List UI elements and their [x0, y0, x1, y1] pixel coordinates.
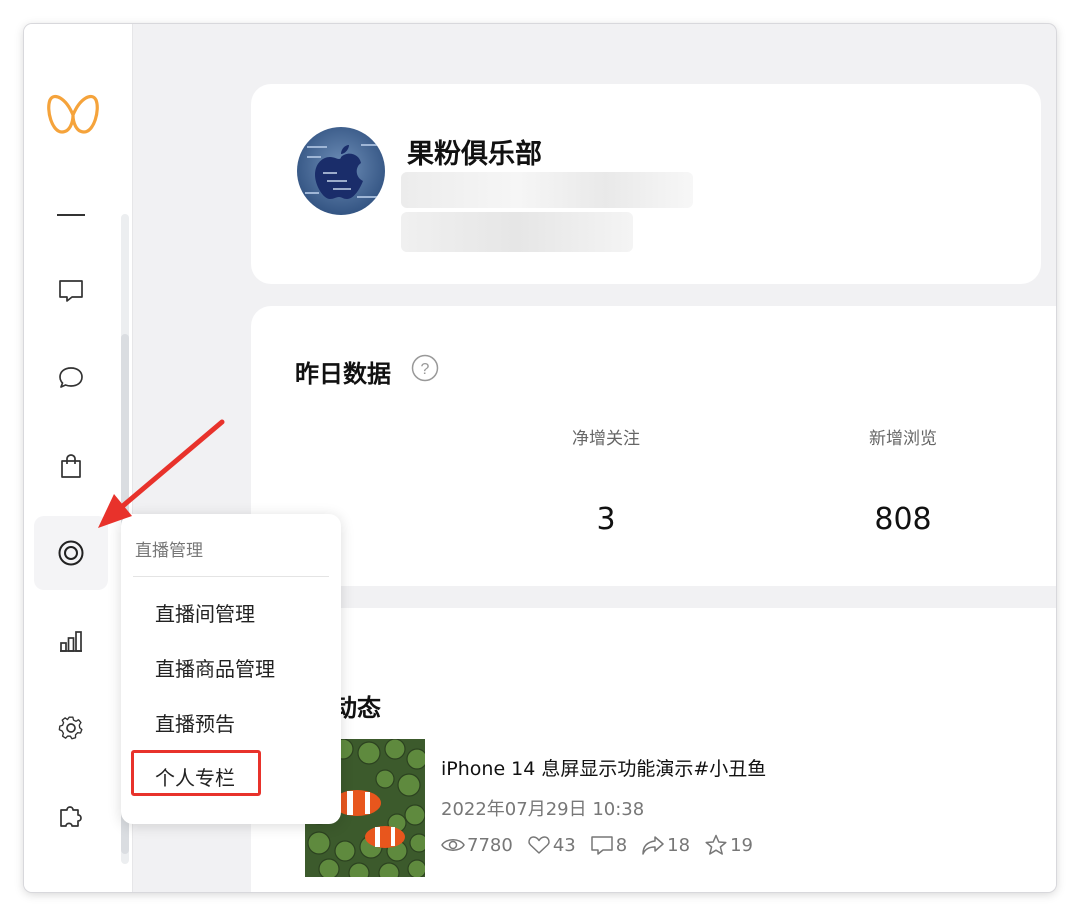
message-square-icon: [59, 280, 83, 302]
svg-text:?: ?: [421, 361, 430, 378]
shopping-bag-icon: [61, 454, 81, 478]
gear-icon: [58, 716, 83, 740]
profile-card: 果粉俱乐部: [251, 84, 1041, 284]
post-date: 2022年07月29日 10:38: [441, 799, 645, 820]
metric-views: 7780: [441, 834, 513, 856]
stat-label-new-follows: 净增关注: [572, 429, 640, 449]
help-icon[interactable]: ?: [411, 354, 439, 382]
menu-header: 直播管理: [135, 541, 203, 561]
heart-icon: [528, 836, 550, 854]
stat-label-new-views: 新增浏览: [869, 429, 937, 449]
app-logo-icon: [47, 94, 99, 134]
live-circle-icon: [58, 540, 84, 566]
comments-count: 8: [615, 834, 628, 856]
bar-chart-icon: [60, 631, 82, 652]
menu-divider: [133, 576, 329, 577]
comment-icon: [590, 836, 613, 855]
shares-count: 18: [667, 834, 691, 856]
yesterday-stats-card: 昨日数据 ? 净增关注 3 新增浏览 808: [251, 306, 1056, 586]
sidebar-item-analytics[interactable]: [34, 604, 108, 678]
post-metrics: 7780 43 8 18 19: [441, 834, 767, 856]
likes-count: 43: [552, 834, 576, 856]
puzzle-icon: [60, 806, 82, 827]
stats-title: 昨日数据: [295, 360, 391, 388]
redacted-info: [401, 172, 693, 208]
sidebar: [24, 24, 133, 892]
stat-value-new-follows: 3: [596, 502, 616, 537]
avatar[interactable]: [297, 127, 385, 215]
highlight-box: [131, 750, 261, 796]
menu-item-live-preview[interactable]: 直播预告: [155, 708, 235, 737]
profile-name: 果粉俱乐部: [407, 139, 542, 170]
menu-item-live-product-management[interactable]: 直播商品管理: [155, 653, 275, 682]
post-title[interactable]: iPhone 14 息屏显示功能演示#小丑鱼: [441, 754, 766, 781]
metric-shares[interactable]: 18: [641, 834, 690, 856]
star-icon: [705, 834, 727, 855]
stat-value-new-views: 808: [874, 502, 932, 537]
favorites-count: 19: [730, 834, 753, 856]
views-count: 7780: [467, 834, 513, 856]
metric-comments[interactable]: 8: [590, 834, 627, 856]
sidebar-item-chat[interactable]: [34, 341, 108, 415]
app-window: 果粉俱乐部 昨日数据 ? 净增关注 3 新增浏览 808 近动态 iPhone …: [24, 24, 1056, 892]
sidebar-item-live[interactable]: [34, 516, 108, 590]
apple-logo-avatar-image: [297, 127, 385, 215]
menu-item-live-room-management[interactable]: 直播间管理: [155, 598, 255, 627]
metric-likes[interactable]: 43: [527, 834, 576, 856]
sidebar-item-plugins[interactable]: [34, 779, 108, 853]
metric-favorites[interactable]: 19: [704, 834, 753, 856]
sidebar-item-settings[interactable]: [34, 691, 108, 765]
chat-bubble-icon: [59, 367, 83, 388]
share-icon: [642, 836, 664, 855]
recent-activity-card: 近动态 iPhone 14 息屏显示功能演示#小丑鱼 2022年07月29日 1…: [251, 608, 1056, 892]
eye-icon: [441, 839, 465, 851]
sidebar-item-shop[interactable]: [34, 429, 108, 503]
minus-icon[interactable]: [57, 214, 85, 216]
redacted-info: [401, 212, 633, 252]
live-management-menu: 直播管理 直播间管理 直播商品管理 直播预告 个人专栏: [121, 514, 341, 824]
sidebar-item-messages[interactable]: [34, 254, 108, 328]
